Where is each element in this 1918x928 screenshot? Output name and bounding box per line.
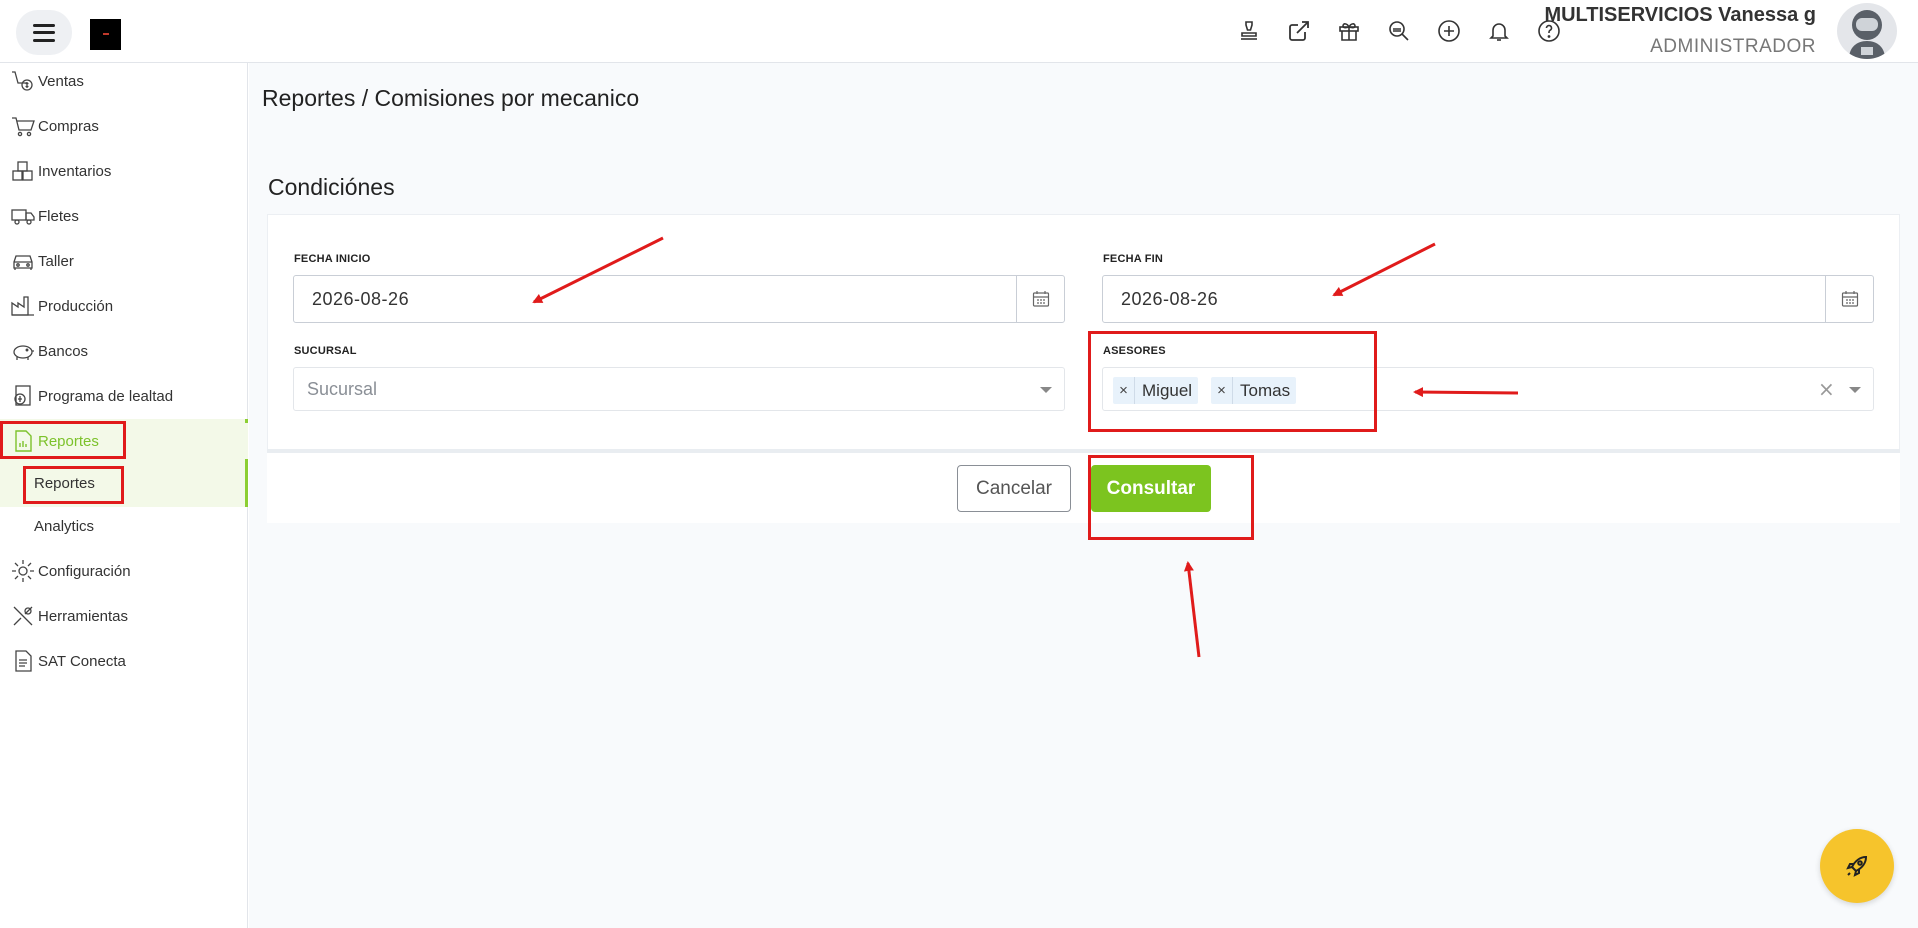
add-circle-icon[interactable] [1436,18,1462,44]
consultar-button[interactable]: Consultar [1091,465,1211,512]
sidebar-item-label: Fletes [38,207,79,225]
remove-tag-icon[interactable]: × [1113,377,1135,404]
chevron-down-icon[interactable] [1849,387,1861,393]
external-link-icon[interactable] [1286,18,1312,44]
rocket-fab-button[interactable] [1820,829,1894,903]
sidebar-item-taller[interactable]: Taller [0,243,248,279]
sales-icon [8,67,38,95]
rocket-icon [1846,855,1868,877]
section-title: Condiciónes [268,174,395,200]
user-name: MULTISERVICIOS Vanessa g [1544,4,1816,26]
cancel-button[interactable]: Cancelar [957,465,1071,512]
stamp-icon[interactable] [1236,18,1262,44]
sidebar-subitem-analytics[interactable]: Analytics [34,518,94,535]
tools-icon [8,602,38,630]
gift-icon[interactable] [1336,18,1362,44]
breadcrumb: Reportes / Comisiones por mecanico [262,85,640,111]
sidebar-item-inventarios[interactable]: Inventarios [0,153,248,189]
sidebar-item-bancos[interactable]: Bancos [0,333,248,369]
sidebar-item-programa-de-lealtad[interactable]: Programa de lealtad [0,378,248,414]
sidebar-item-configuracion[interactable]: Configuración [0,553,248,589]
hamburger-menu-button[interactable] [16,10,72,55]
chevron-down-icon[interactable] [1040,387,1052,393]
sidebar-item-label: Ventas [38,72,84,90]
sucursal-select[interactable]: Sucursal [293,367,1065,411]
sidebar-subitem-reportes[interactable]: Reportes [34,475,95,492]
asesores-multiselect[interactable]: × Miguel × Tomas × [1102,367,1874,411]
asesor-tag-miguel: × Miguel [1113,377,1199,404]
sidebar-item-ventas[interactable]: Ventas [0,63,248,99]
cart-icon [8,112,38,140]
sidebar-item-label: Bancos [38,342,89,360]
bell-icon[interactable] [1486,18,1512,44]
company-logo[interactable] [90,19,121,50]
sucursal-placeholder: Sucursal [307,379,378,399]
asesores-label: ASESORES [1103,345,1166,357]
fecha-inicio-label: FECHA INICIO [294,253,371,265]
gear-icon [8,557,38,585]
conditions-card [267,214,1900,451]
report-icon [8,427,38,455]
sidebar-item-label: Configuración [38,562,131,580]
form-footer [267,453,1900,523]
sidebar-item-label: Producción [38,297,114,315]
factory-icon [8,292,38,320]
sidebar-item-herramientas[interactable]: Herramientas [0,598,248,634]
piggy-bank-icon [8,337,38,365]
calendar-icon[interactable] [1016,276,1064,322]
remove-tag-icon[interactable]: × [1211,377,1233,404]
truck-icon [8,202,38,230]
top-bar: MULTISERVICIOS Vanessa g ADMINISTRADOR [0,0,1918,63]
search-zoom-icon[interactable] [1386,18,1412,44]
top-icon-bar [1236,15,1562,47]
fecha-fin-field[interactable]: 2026-08-26 [1102,275,1874,323]
sidebar-item-compras[interactable]: Compras [0,108,248,144]
astronaut-avatar-icon [1849,10,1885,59]
tag-label: Miguel [1142,380,1193,400]
fecha-inicio-value[interactable]: 2026-08-26 [294,276,1016,322]
document-icon [8,647,38,675]
tag-label: Tomas [1240,380,1291,400]
sidebar-item-label: Compras [38,117,99,135]
fecha-inicio-field[interactable]: 2026-08-26 [293,275,1065,323]
car-icon [8,247,38,275]
user-role: ADMINISTRADOR [1650,36,1816,57]
sidebar-item-label: Inventarios [38,162,112,180]
main-content: Reportes / Comisiones por mecanico Condi… [249,63,1918,928]
hamburger-icon [33,23,55,42]
sidebar-item-reportes[interactable]: Reportes [0,423,248,459]
clear-icon[interactable]: × [1818,377,1835,401]
sucursal-label: SUCURSAL [294,345,357,357]
fecha-fin-label: FECHA FIN [1103,253,1164,265]
loyalty-icon [8,382,38,410]
sidebar-item-label: Programa de lealtad [38,387,174,405]
sidebar-item-produccion[interactable]: Producción [0,288,248,324]
sidebar-item-fletes[interactable]: Fletes [0,198,248,234]
calendar-icon[interactable] [1825,276,1873,322]
avatar[interactable] [1837,3,1897,59]
sidebar-item-sat-conecta[interactable]: SAT Conecta [0,643,248,679]
sidebar-item-label: Taller [38,252,74,270]
sidebar-item-label: Reportes [38,432,99,450]
boxes-icon [8,157,38,185]
asesor-tag-tomas: × Tomas [1211,377,1297,404]
sidebar: Ventas Compras Inventarios Fletes Taller… [0,63,248,928]
sidebar-item-label: SAT Conecta [38,652,126,670]
fecha-fin-value[interactable]: 2026-08-26 [1103,276,1825,322]
sidebar-item-label: Herramientas [38,607,129,625]
